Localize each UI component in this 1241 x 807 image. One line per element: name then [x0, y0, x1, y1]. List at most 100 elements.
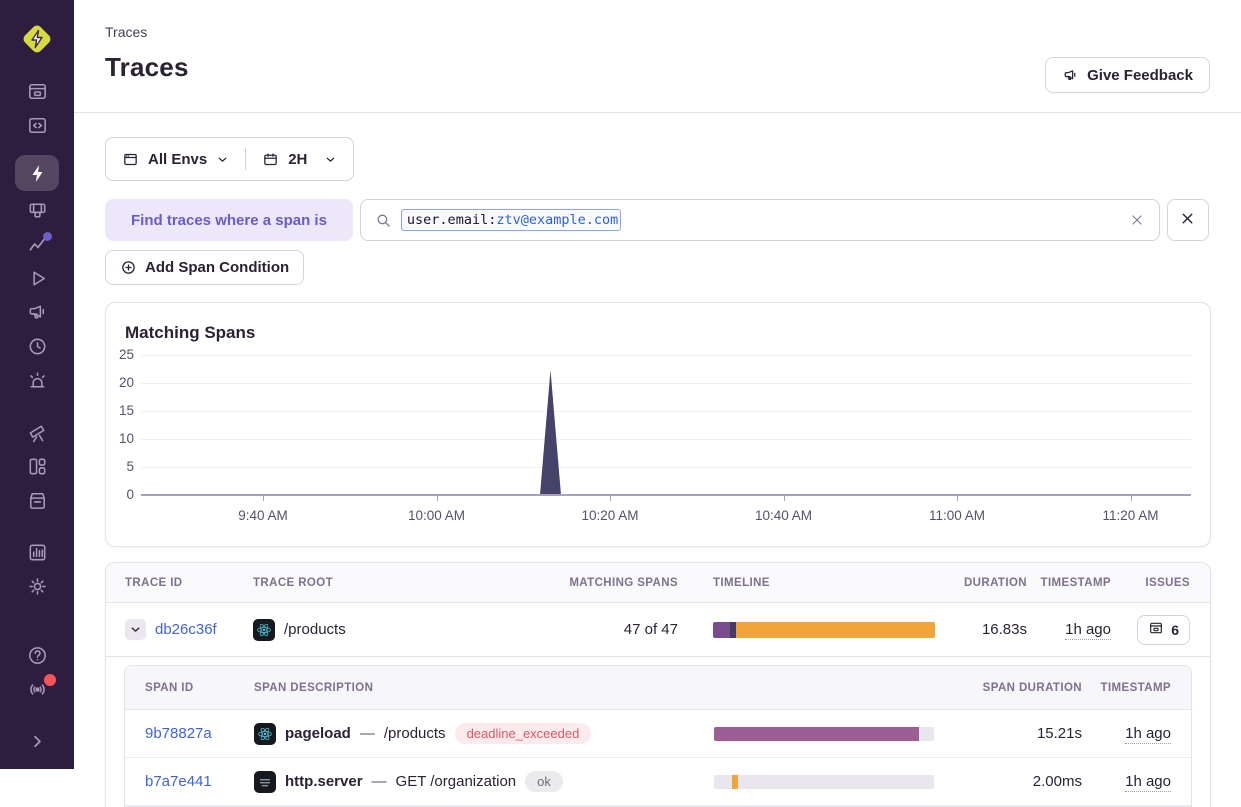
sidebar-item-crons[interactable]: [0, 331, 74, 365]
x-axis: [141, 494, 1191, 496]
column-header: SPAN DURATION: [955, 682, 1082, 694]
sidebar-item-insights[interactable]: [0, 229, 74, 263]
sidebar-item-discover[interactable]: [0, 417, 74, 451]
span-row: b7a7e441 http.server — GET /organization…: [125, 758, 1191, 806]
environment-filter[interactable]: All Envs: [106, 138, 245, 180]
lightning-icon: [15, 155, 59, 191]
archive-box-icon: [26, 489, 49, 516]
expanded-trace-section: SPAN ID SPAN DESCRIPTION SPAN DURATION T…: [106, 657, 1210, 807]
sidebar-item-issues[interactable]: [0, 76, 74, 110]
column-header: TRACE ID: [125, 577, 253, 589]
y-tick-label: 20: [106, 375, 134, 390]
matching-spans-spike: [141, 355, 1191, 495]
trace-issues-button[interactable]: 6: [1137, 615, 1190, 645]
sidebar-collapse-toggle[interactable]: [0, 726, 74, 760]
span-duration: 2.00ms: [955, 773, 1082, 790]
siren-icon: [26, 369, 49, 396]
sidebar-item-help[interactable]: [0, 640, 74, 674]
give-feedback-button[interactable]: Give Feedback: [1045, 57, 1210, 93]
notification-dot: [44, 674, 56, 686]
column-header: TIMELINE: [678, 577, 941, 589]
chevron-down-icon: [216, 153, 229, 166]
sidebar-item-dashboards[interactable]: [0, 451, 74, 485]
breadcrumb[interactable]: Traces: [105, 24, 1211, 40]
platform-icon: [254, 771, 276, 793]
separator: —: [372, 773, 387, 790]
page-filter-bar: All Envs 2H: [105, 137, 354, 181]
environment-filter-label: All Envs: [148, 151, 207, 168]
add-span-condition-label: Add Span Condition: [145, 259, 289, 276]
span-id-link[interactable]: b7a7e441: [145, 773, 254, 790]
trace-duration: 16.83s: [941, 621, 1027, 638]
x-tick-label: 11:20 AM: [1086, 508, 1176, 523]
sidebar-item-traces[interactable]: [0, 156, 74, 190]
column-header: TRACE ROOT: [253, 577, 548, 589]
sidebar-item-whats-new[interactable]: [0, 674, 74, 708]
span-duration: 15.21s: [955, 725, 1082, 742]
span-timestamp: 1h ago: [1125, 773, 1171, 792]
span-timeline-bar: [714, 775, 934, 789]
inbox-icon: [1148, 620, 1164, 639]
column-header: DURATION: [941, 577, 1027, 589]
column-header: MATCHING SPANS: [548, 577, 678, 589]
telescope-icon: [26, 421, 49, 448]
calendar-icon: [262, 151, 279, 168]
x-tick-label: 11:00 AM: [912, 508, 1002, 523]
spans-table: SPAN ID SPAN DESCRIPTION SPAN DURATION T…: [124, 665, 1192, 807]
sidebar-item-alerts[interactable]: [0, 365, 74, 399]
sidebar-item-releases[interactable]: [0, 485, 74, 519]
sidebar-item-feedback[interactable]: [0, 297, 74, 331]
sidebar-item-settings[interactable]: [0, 571, 74, 605]
matching-spans-count: 47 of 47: [548, 621, 678, 638]
trace-timestamp: 1h ago: [1065, 621, 1111, 640]
react-icon: [254, 723, 276, 745]
x-tick-label: 9:40 AM: [218, 508, 308, 523]
clear-search-icon[interactable]: [1129, 212, 1145, 228]
x-tick-label: 10:20 AM: [565, 508, 655, 523]
sidebar-item-queries[interactable]: [0, 195, 74, 229]
code-folder-icon: [26, 114, 49, 141]
notification-dot: [43, 232, 52, 241]
chevron-down-icon: [324, 153, 337, 166]
span-op: http.server: [285, 773, 363, 790]
remove-condition-button[interactable]: [1167, 199, 1209, 241]
column-header: TIMESTAMP: [1027, 577, 1111, 589]
separator: —: [360, 725, 375, 742]
add-span-condition-button[interactable]: Add Span Condition: [105, 250, 304, 285]
timerange-filter[interactable]: 2H: [246, 138, 353, 180]
y-tick-label: 0: [106, 487, 134, 502]
span-search-input[interactable]: user.email:ztv@example.com: [360, 199, 1160, 241]
megaphone-icon: [1062, 67, 1079, 84]
trace-id-link[interactable]: db26c36f: [155, 621, 217, 638]
sentry-logo[interactable]: [18, 20, 56, 58]
search-token-key: user.email:: [407, 212, 496, 228]
megaphone-icon: [26, 301, 49, 328]
search-token-value: ztv@example.com: [496, 212, 618, 228]
span-timestamp: 1h ago: [1125, 725, 1171, 744]
search-token[interactable]: user.email:ztv@example.com: [401, 209, 621, 231]
column-header: TIMESTAMP: [1082, 682, 1171, 694]
layout-icon: [26, 455, 49, 482]
trace-issues-count: 6: [1171, 622, 1179, 638]
y-tick-label: 25: [106, 347, 134, 362]
sidebar-item-stats[interactable]: [0, 537, 74, 571]
trace-timeline-bar: [713, 622, 935, 638]
column-header: SPAN DESCRIPTION: [254, 682, 685, 694]
span-status-badge: deadline_exceeded: [455, 723, 592, 744]
timerange-filter-label: 2H: [288, 151, 307, 168]
span-id-link[interactable]: 9b78827a: [145, 725, 254, 742]
bar-chart-icon: [26, 541, 49, 568]
spans-table-header: SPAN ID SPAN DESCRIPTION SPAN DURATION T…: [125, 666, 1191, 710]
sidebar-item-replays[interactable]: [0, 263, 74, 297]
give-feedback-label: Give Feedback: [1087, 67, 1193, 84]
timeline-segment: [732, 775, 738, 789]
sidebar-item-explore[interactable]: [0, 110, 74, 144]
main-content: Traces Traces Give Feedback All Envs 2H …: [74, 0, 1241, 769]
traces-table: TRACE ID TRACE ROOT MATCHING SPANS TIMEL…: [105, 562, 1211, 807]
chart-plot-area: 9:40 AM 10:00 AM 10:20 AM 10:40 AM 11:00…: [141, 355, 1191, 495]
react-icon: [253, 619, 275, 641]
collapse-trace-button[interactable]: [125, 619, 146, 640]
x-tick-label: 10:00 AM: [392, 508, 482, 523]
span-description: GET /organization: [396, 773, 517, 790]
chevron-right-icon: [26, 730, 49, 757]
